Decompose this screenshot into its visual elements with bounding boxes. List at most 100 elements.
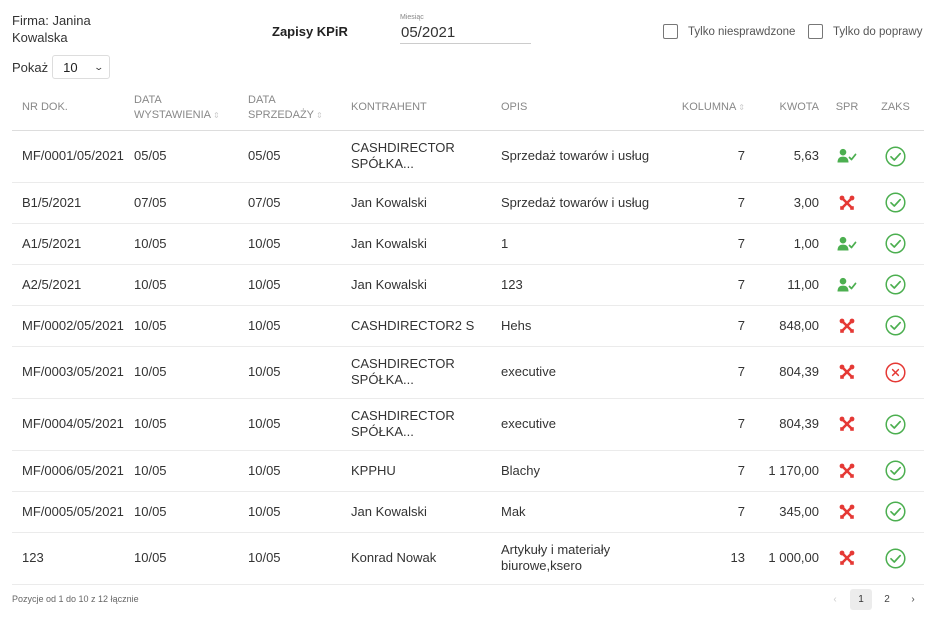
- cell-data-sprzedazy: 10/05: [248, 223, 351, 265]
- tools-icon[interactable]: [839, 416, 855, 432]
- table-header-row: NR DOK. DATA WYSTAWIENIA ⇕ DATA SPRZEDAŻY…: [12, 86, 924, 131]
- cell-opis: Sprzedaż towarów i usług: [501, 182, 673, 224]
- checkbox-icon[interactable]: [808, 24, 823, 39]
- cell-kolumna: 7: [673, 130, 755, 183]
- user-check-icon[interactable]: [837, 235, 857, 251]
- user-check-icon[interactable]: [837, 148, 857, 163]
- table-row[interactable]: MF/0004/05/2021 10/05 10/05 CASHDIRECTOR SP…: [12, 398, 924, 451]
- cell-zaks: [867, 398, 924, 451]
- cell-opis: 1: [501, 223, 673, 265]
- checkbox-icon[interactable]: [663, 24, 678, 39]
- cell-kontrahent: Jan Kowalski: [351, 182, 501, 224]
- chevron-down-icon: ⌄: [93, 61, 104, 72]
- table-row[interactable]: MF/0005/05/2021 10/05 10/05 Jan Kowalski Mak…: [12, 491, 924, 533]
- cell-kontrahent: CASHDIRECTOR SPÓŁKA...: [351, 130, 501, 183]
- cell-opis: 123: [501, 264, 673, 306]
- cell-kwota: 1,00: [755, 223, 827, 265]
- page-button-2[interactable]: 2: [876, 589, 898, 610]
- x-circle-icon[interactable]: [885, 361, 906, 383]
- table-row[interactable]: MF/0006/05/2021 10/05 10/05 KPPHU Blachy 7 1 1…: [12, 450, 924, 492]
- cell-spr: [827, 532, 867, 585]
- cell-zaks: [867, 130, 924, 183]
- table-row[interactable]: MF/0002/05/2021 10/05 10/05 CASHDIRECTOR2 S…: [12, 305, 924, 347]
- table-row[interactable]: A2/5/2021 10/05 10/05 Jan Kowalski 123 7 11,00: [12, 264, 924, 306]
- page-size-label: Pokaż: [12, 59, 49, 75]
- check-circle-icon[interactable]: [885, 192, 906, 213]
- cell-kolumna: 7: [673, 182, 755, 224]
- cell-kolumna: 7: [673, 346, 755, 399]
- check-circle-icon[interactable]: [885, 145, 906, 167]
- tools-icon[interactable]: [839, 550, 855, 566]
- table-row[interactable]: MF/0001/05/2021 05/05 05/05 CASHDIRECTOR SP…: [12, 130, 924, 183]
- cell-nr: MF/0002/05/2021: [12, 305, 134, 347]
- filter-unchecked-checkbox[interactable]: Tylko niesprawdzone: [663, 24, 795, 39]
- check-circle-icon[interactable]: [885, 233, 906, 254]
- cell-kwota: 11,00: [755, 264, 827, 306]
- cell-spr: [827, 491, 867, 533]
- cell-kolumna: 7: [673, 223, 755, 265]
- cell-kontrahent: Jan Kowalski: [351, 264, 501, 306]
- firm-name: Firma: Janina Kowalska: [12, 13, 91, 45]
- check-circle-icon[interactable]: [885, 413, 906, 435]
- tools-icon[interactable]: [839, 462, 855, 478]
- filter-fix-checkbox[interactable]: Tylko do poprawy: [808, 24, 923, 39]
- sort-icon: ⇕: [213, 110, 220, 120]
- check-circle-icon[interactable]: [885, 274, 906, 295]
- cell-kontrahent: Konrad Nowak: [351, 532, 501, 585]
- tools-icon[interactable]: [839, 364, 855, 380]
- cell-zaks: [867, 182, 924, 224]
- cell-kwota: 345,00: [755, 491, 827, 533]
- sort-icon: ⇕: [738, 103, 745, 113]
- page-button-1[interactable]: 1: [850, 589, 872, 610]
- check-circle-icon[interactable]: [885, 460, 906, 481]
- table-row[interactable]: 123 10/05 10/05 Konrad Nowak Artykuły i mate…: [12, 532, 924, 585]
- user-check-icon[interactable]: [837, 276, 857, 292]
- cell-data-wystawienia: 05/05: [134, 130, 248, 183]
- tools-icon[interactable]: [839, 503, 855, 519]
- cell-spr: [827, 182, 867, 224]
- check-circle-icon[interactable]: [885, 315, 906, 336]
- cell-kolumna: 7: [673, 491, 755, 533]
- prev-page-button[interactable]: ‹: [824, 589, 846, 610]
- cell-kontrahent: KPPHU: [351, 450, 501, 492]
- cell-kwota: 3,00: [755, 182, 827, 224]
- table-row[interactable]: B1/5/2021 07/05 07/05 Jan Kowalski Sprzedaż …: [12, 182, 924, 224]
- tools-icon[interactable]: [839, 317, 855, 333]
- cell-data-sprzedazy: 10/05: [248, 305, 351, 347]
- pagination: ‹ 1 2 ›: [824, 589, 924, 610]
- next-page-button[interactable]: ›: [902, 589, 924, 610]
- cell-data-wystawienia: 10/05: [134, 398, 248, 451]
- cell-zaks: [867, 346, 924, 399]
- col-header-data-sprzedazy[interactable]: DATA SPRZEDAŻY ⇕: [248, 86, 351, 131]
- cell-kwota: 804,39: [755, 398, 827, 451]
- col-header-spr[interactable]: SPR: [827, 86, 867, 131]
- tools-icon[interactable]: [839, 194, 855, 210]
- cell-kontrahent: Jan Kowalski: [351, 223, 501, 265]
- table-row[interactable]: A1/5/2021 10/05 10/05 Jan Kowalski 1 7 1,00: [12, 223, 924, 265]
- cell-nr: MF/0003/05/2021: [12, 346, 134, 399]
- cell-opis: Blachy: [501, 450, 673, 492]
- page-size-select[interactable]: 10 ⌄: [52, 55, 111, 79]
- col-header-nr[interactable]: NR DOK.: [12, 86, 134, 131]
- check-circle-icon[interactable]: [885, 547, 906, 569]
- check-circle-icon[interactable]: [885, 501, 906, 522]
- col-header-kwota[interactable]: KWOTA: [755, 86, 827, 131]
- cell-opis: executive: [501, 346, 673, 399]
- cell-data-wystawienia: 10/05: [134, 491, 248, 533]
- month-input[interactable]: [400, 23, 531, 44]
- cell-nr: B1/5/2021: [12, 182, 134, 224]
- table-row[interactable]: MF/0003/05/2021 10/05 10/05 CASHDIRECTOR SP…: [12, 346, 924, 399]
- col-header-data-wystawienia[interactable]: DATA WYSTAWIENIA ⇕: [134, 86, 248, 131]
- col-header-kontrahent[interactable]: KONTRAHENT: [351, 86, 501, 131]
- col-header-zaks[interactable]: ZAKS: [867, 86, 924, 131]
- cell-kontrahent: Jan Kowalski: [351, 491, 501, 533]
- cell-data-wystawienia: 10/05: [134, 532, 248, 585]
- month-label: Miesiąc: [400, 14, 424, 21]
- page-size-value: 10: [63, 59, 78, 75]
- cell-opis: executive: [501, 398, 673, 451]
- cell-kontrahent: CASHDIRECTOR2 S: [351, 305, 501, 347]
- cell-data-wystawienia: 10/05: [134, 223, 248, 265]
- col-header-kolumna[interactable]: KOLUMNA ⇕: [673, 86, 755, 131]
- cell-kwota: 1 000,00: [755, 532, 827, 585]
- col-header-opis[interactable]: OPIS: [501, 86, 673, 131]
